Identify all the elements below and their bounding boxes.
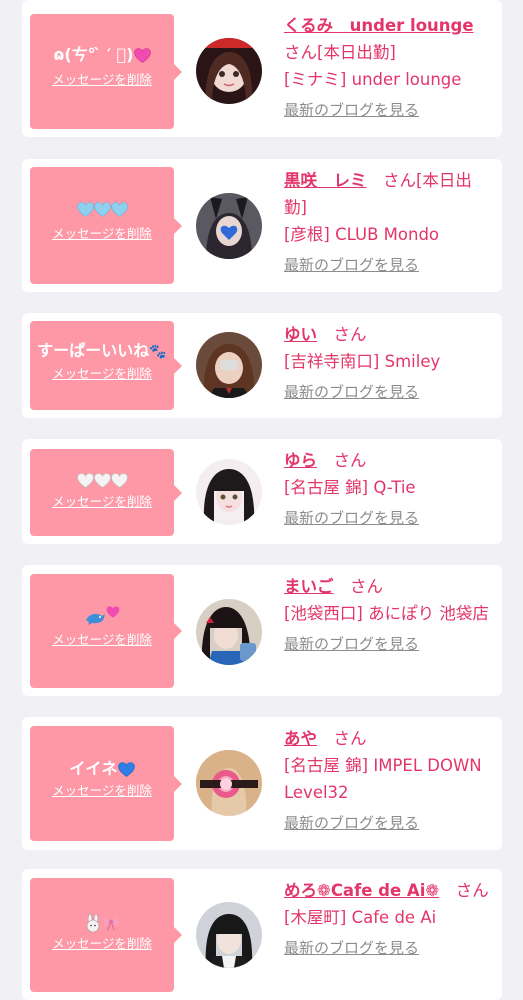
girl-info: まいご さん [池袋西口] あにぽり 池袋店 最新のブログを見る (284, 573, 494, 655)
latest-blog-link[interactable]: 最新のブログを見る (284, 633, 494, 655)
message-card: すーぱーいいね🐾 メッセージを削除 ゆい さん [吉祥寺南口] Smiley 最… (22, 313, 502, 418)
pink-heart-icon (133, 48, 151, 63)
message-bubble: メッセージを削除 (30, 878, 182, 992)
dolphin-and-hearts-icon (84, 606, 120, 626)
girl-info: くるみ under lounge さん[本日出勤] [ミナミ] under lo… (284, 12, 494, 121)
avatar[interactable] (196, 332, 262, 398)
shop-name: [彦根] CLUB Mondo (284, 225, 440, 244)
message-text: イイネ (30, 758, 174, 780)
three-white-hearts-icon (76, 470, 128, 489)
girl-status: さん (333, 729, 367, 748)
delete-message-link[interactable]: メッセージを削除 (30, 783, 174, 799)
message-text (30, 469, 174, 491)
avatar[interactable] (196, 599, 262, 665)
girl-name-link[interactable]: くるみ under lounge (284, 16, 474, 35)
delete-message-link[interactable]: メッセージを削除 (30, 226, 174, 242)
girl-info: あや さん [名古屋 錦] IMPEL DOWN Level32 最新のブログを… (284, 725, 494, 834)
girl-info: 黒咲 レミ さん[本日出勤] [彦根] CLUB Mondo 最新のブログを見る (284, 167, 494, 276)
message-text: ɷ(ㄘ° ̀ ′ ゚) (30, 44, 174, 66)
message-bubble: メッセージを削除 (30, 449, 182, 536)
paw-prints-icon: 🐾 (149, 344, 167, 360)
girl-info: めろ❁Cafe de Ai❁ さん [木屋町] Cafe de Ai 最新のブロ… (284, 877, 494, 959)
girl-status: さん (455, 881, 489, 900)
avatar[interactable] (196, 902, 262, 968)
message-card: メッセージを削除 めろ❁Cafe de Ai❁ さん [木屋町] Cafe de… (22, 869, 502, 1000)
delete-message-link[interactable]: メッセージを削除 (30, 366, 174, 382)
avatar[interactable] (196, 459, 262, 525)
girl-name-link[interactable]: まいご (284, 577, 334, 596)
latest-blog-link[interactable]: 最新のブログを見る (284, 99, 494, 121)
message-card: メッセージを削除 まいご さん [池袋西口] あにぽり 池袋店 最新のブログを見… (22, 565, 502, 696)
message-bubble: ɷ(ㄘ° ̀ ′ ゚) メッセージを削除 (30, 14, 182, 129)
message-bubble: すーぱーいいね🐾 メッセージを削除 (30, 321, 182, 410)
message-bubble: メッセージを削除 (30, 574, 182, 688)
latest-blog-link[interactable]: 最新のブログを見る (284, 254, 494, 276)
message-bubble: イイネ メッセージを削除 (30, 726, 182, 841)
girl-info: ゆら さん [名古屋 錦] Q-Tie 最新のブログを見る (284, 447, 494, 529)
shop-name: [名古屋 錦] Q-Tie (284, 478, 416, 497)
message-card: イイネ メッセージを削除 あや さん [名古屋 錦] IMPEL DOWN Le… (22, 717, 502, 850)
latest-blog-link[interactable]: 最新のブログを見る (284, 507, 494, 529)
delete-message-link[interactable]: メッセージを削除 (30, 936, 174, 952)
delete-message-link[interactable]: メッセージを削除 (30, 72, 174, 88)
girl-info: ゆい さん [吉祥寺南口] Smiley 最新のブログを見る (284, 321, 494, 403)
avatar[interactable] (196, 193, 262, 259)
girl-name-link[interactable]: ゆら (284, 451, 317, 470)
message-text (30, 198, 174, 220)
girl-name-link[interactable]: あや (284, 729, 317, 748)
message-bubble: メッセージを削除 (30, 167, 182, 284)
girl-status: さん (333, 451, 367, 470)
delete-message-link[interactable]: メッセージを削除 (30, 494, 174, 510)
message-card: メッセージを削除 黒咲 レミ さん[本日出勤] [彦根] CLUB Mondo … (22, 159, 502, 292)
girl-name-link[interactable]: ゆい (284, 325, 317, 344)
girl-status: さん (350, 577, 383, 596)
latest-blog-link[interactable]: 最新のブログを見る (284, 381, 494, 403)
avatar[interactable] (196, 38, 262, 104)
message-text (30, 911, 174, 933)
message-card: ɷ(ㄘ° ̀ ′ ゚) メッセージを削除 くるみ under lounge さん… (22, 0, 502, 137)
delete-message-link[interactable]: メッセージを削除 (30, 632, 174, 648)
message-text (30, 606, 174, 628)
girl-name-link[interactable]: 黒咲 レミ (284, 171, 367, 190)
girl-status: さん[本日出勤] (284, 43, 396, 62)
shop-name: [木屋町] Cafe de Ai (284, 908, 437, 927)
girl-status: さん (333, 325, 367, 344)
latest-blog-link[interactable]: 最新のブログを見る (284, 937, 494, 959)
avatar[interactable] (196, 750, 262, 816)
bunny-and-ribbon-icon (84, 912, 120, 932)
shop-name: [名古屋 錦] IMPEL DOWN Level32 (284, 756, 482, 802)
message-text: すーぱーいいね🐾 (37, 341, 167, 360)
shop-name: [ミナミ] under lounge (284, 70, 462, 89)
shop-name: [池袋西口] あにぽり 池袋店 (284, 604, 489, 623)
blue-heart-icon (117, 762, 135, 777)
shop-name: [吉祥寺南口] Smiley (284, 352, 441, 371)
girl-name-link[interactable]: めろ❁Cafe de Ai❁ (284, 881, 439, 900)
message-card: メッセージを削除 ゆら さん [名古屋 錦] Q-Tie 最新のブログを見る (22, 439, 502, 544)
three-light-blue-hearts-icon (76, 199, 128, 218)
latest-blog-link[interactable]: 最新のブログを見る (284, 812, 494, 834)
